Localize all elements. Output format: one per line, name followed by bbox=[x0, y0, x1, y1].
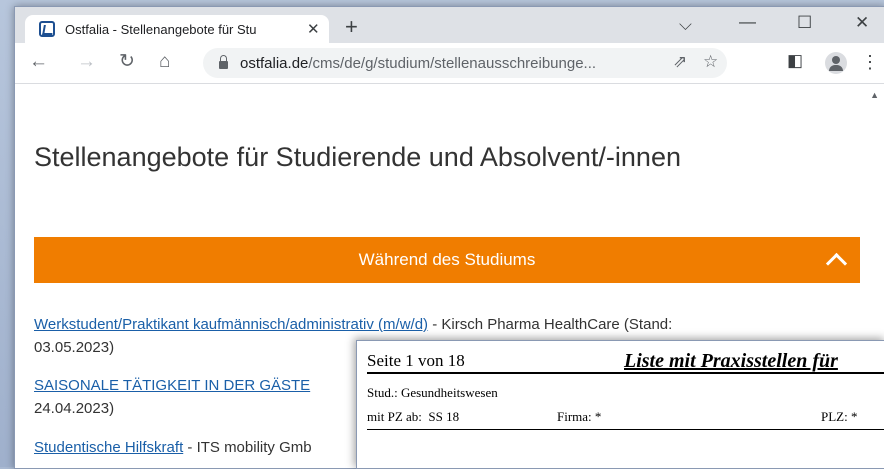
pdf-document-overlay: Seite 1 von 18 Liste mit Praxisstellen f… bbox=[356, 340, 884, 469]
reload-icon[interactable]: ↻ bbox=[119, 51, 135, 73]
job-link[interactable]: Studentische Hilfskraft bbox=[34, 439, 183, 456]
side-panel-icon[interactable]: ◧ bbox=[787, 51, 803, 71]
section-heading: Während des Studiums bbox=[358, 250, 536, 269]
accordion-header-waehrend-studium[interactable]: Während des Studiums bbox=[34, 237, 860, 283]
profile-avatar-icon[interactable] bbox=[825, 52, 847, 74]
browser-toolbar: ← → ↻ ⌂ ostfalia.de/cms/de/g/studium/ste… bbox=[15, 43, 884, 84]
tab-ostfalia[interactable]: Ostfalia - Stellenangebote für Stu ✕ bbox=[25, 15, 329, 43]
pdf-page-label: Seite 1 von 18 bbox=[367, 351, 465, 370]
lock-icon[interactable] bbox=[219, 55, 228, 69]
new-tab-button[interactable]: + bbox=[345, 16, 358, 38]
close-window-icon[interactable]: ✕ bbox=[855, 13, 869, 33]
pdf-divider bbox=[367, 429, 884, 430]
pdf-header: Seite 1 von 18 Liste mit Praxisstellen f… bbox=[367, 348, 884, 374]
tab-title: Ostfalia - Stellenangebote für Stu bbox=[65, 21, 257, 37]
pdf-plz-label: PLZ: * bbox=[821, 409, 858, 424]
menu-kebab-icon[interactable]: ⋮ bbox=[861, 52, 879, 73]
tab-search-chevron-icon[interactable]: ⌵ bbox=[679, 15, 692, 35]
bookmark-star-icon[interactable]: ☆ bbox=[703, 52, 718, 72]
pdf-firma-label: Firma: * bbox=[557, 409, 602, 424]
home-icon[interactable]: ⌂ bbox=[159, 51, 170, 73]
tab-bar: Ostfalia - Stellenangebote für Stu ✕ + ⌵… bbox=[15, 7, 884, 43]
minimize-icon[interactable]: — bbox=[739, 12, 756, 32]
maximize-icon[interactable]: ☐ bbox=[797, 13, 812, 33]
url-text[interactable]: ostfalia.de/cms/de/g/studium/stellenauss… bbox=[240, 55, 596, 72]
pdf-stud-row: Stud.: Gesundheitswesen bbox=[367, 385, 498, 400]
share-icon[interactable]: ⇗ bbox=[673, 52, 687, 72]
job-link[interactable]: Werkstudent/Praktikant kaufmännisch/admi… bbox=[34, 316, 428, 333]
pdf-pz-label: mit PZ ab: SS 18 bbox=[367, 409, 460, 424]
back-icon[interactable]: ← bbox=[29, 51, 48, 73]
list-item: Studentische Hilfskraft - ITS mobility G… bbox=[34, 439, 312, 456]
page-title: Stellenangebote für Studierende und Abso… bbox=[34, 142, 681, 172]
chevron-up-icon[interactable] bbox=[825, 252, 848, 275]
list-item: SAISONALE TÄTIGKEIT IN DER GÄSTE 24.04.2… bbox=[34, 377, 311, 417]
tab-close-icon[interactable]: ✕ bbox=[307, 20, 320, 38]
job-link[interactable]: SAISONALE TÄTIGKEIT IN DER GÄSTE bbox=[34, 377, 310, 394]
ostfalia-favicon-icon bbox=[39, 21, 55, 37]
forward-icon[interactable]: → bbox=[77, 51, 96, 73]
scroll-up-arrow-icon[interactable]: ▲ bbox=[870, 90, 879, 100]
address-bar[interactable]: ostfalia.de/cms/de/g/studium/stellenauss… bbox=[203, 48, 727, 78]
pdf-title: Liste mit Praxisstellen für bbox=[624, 350, 838, 372]
